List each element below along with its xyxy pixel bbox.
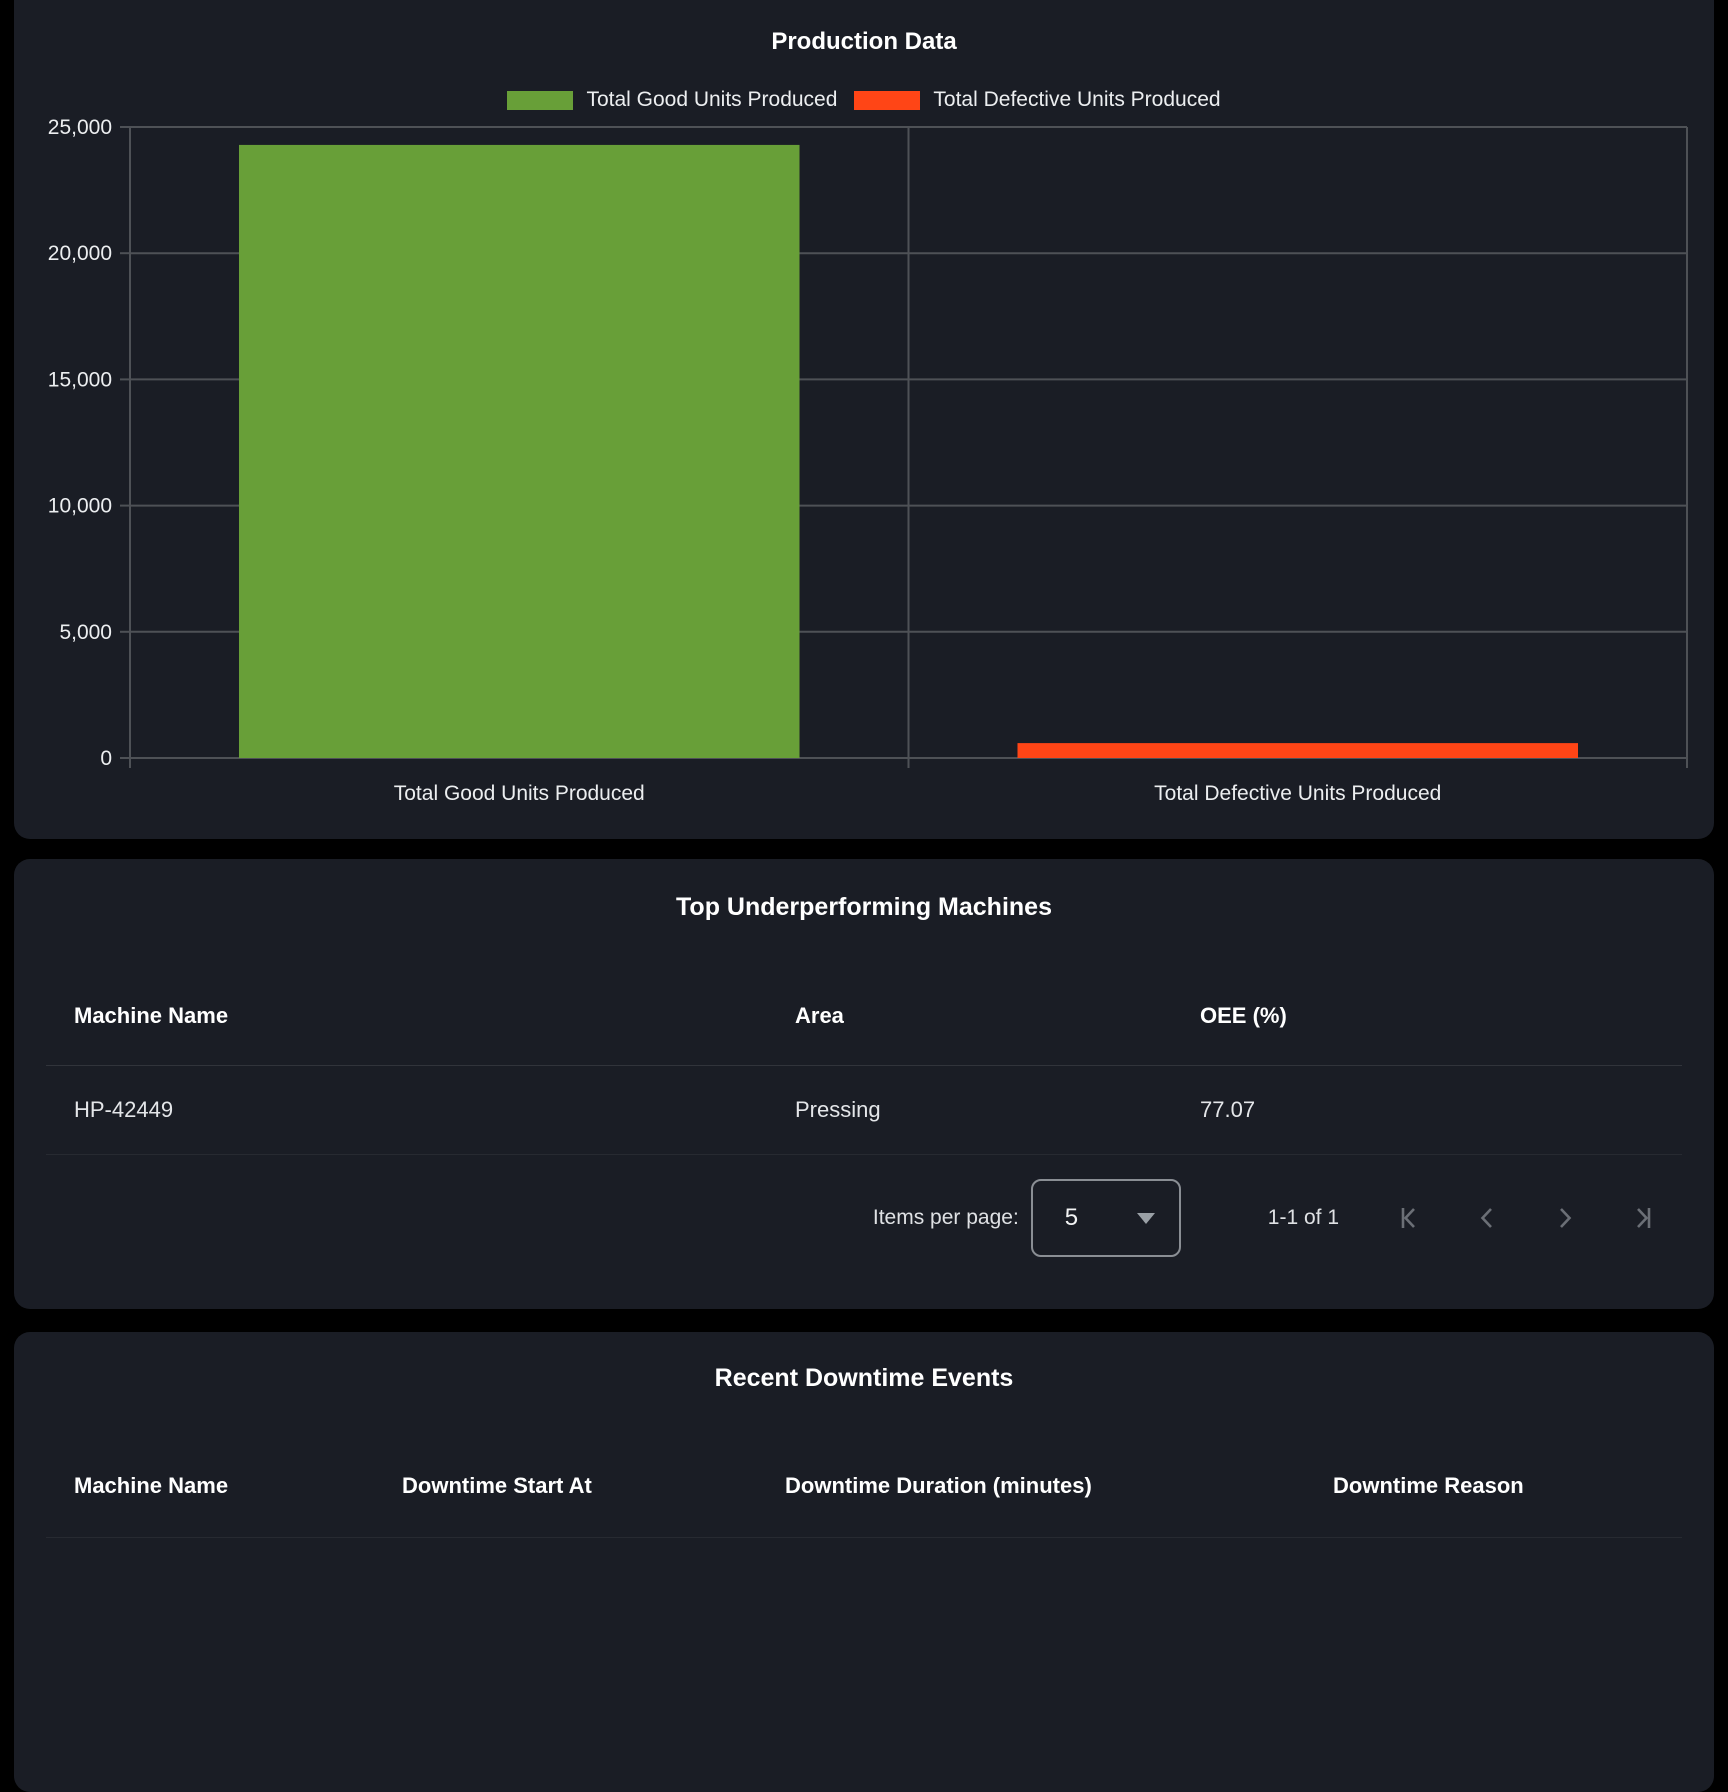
card-title: Top Underperforming Machines bbox=[14, 893, 1714, 922]
x-axis-category-label: Total Good Units Produced bbox=[394, 782, 645, 805]
bar-good-units[interactable] bbox=[239, 145, 800, 758]
column-header-oee: OEE (%) bbox=[1200, 1003, 1287, 1029]
header-divider bbox=[46, 1065, 1682, 1066]
bar-defective-units[interactable] bbox=[1017, 743, 1578, 758]
chevron-left-icon bbox=[1472, 1203, 1502, 1233]
y-axis-tick-label: 20,000 bbox=[48, 242, 112, 265]
y-axis-tick-label: 10,000 bbox=[48, 495, 112, 518]
column-header-area: Area bbox=[795, 1003, 844, 1029]
header-divider bbox=[46, 1537, 1682, 1538]
paginator-range-label: 1-1 of 1 bbox=[1268, 1206, 1339, 1230]
dashboard-page: { "chart_data": { "type": "bar", "title"… bbox=[0, 0, 1728, 1568]
first-page-button[interactable] bbox=[1385, 1194, 1433, 1242]
column-header-downtime-start: Downtime Start At bbox=[402, 1473, 592, 1499]
y-axis-tick-label: 25,000 bbox=[48, 116, 112, 139]
previous-page-button[interactable] bbox=[1463, 1194, 1511, 1242]
first-page-icon bbox=[1394, 1203, 1424, 1233]
items-per-page-label: Items per page: bbox=[873, 1206, 1019, 1230]
column-header-machine-name: Machine Name bbox=[74, 1003, 228, 1029]
chevron-right-icon bbox=[1550, 1203, 1580, 1233]
last-page-icon bbox=[1628, 1203, 1658, 1233]
recent-downtime-events-card: Recent Downtime Events Machine Name Down… bbox=[14, 1332, 1714, 1792]
underperforming-machines-card: Top Underperforming Machines Machine Nam… bbox=[14, 859, 1714, 1309]
cell-machine-name: HP-42449 bbox=[74, 1097, 173, 1123]
column-header-downtime-reason: Downtime Reason bbox=[1333, 1473, 1524, 1499]
page-size-select[interactable]: 5 bbox=[1031, 1179, 1181, 1257]
cell-area: Pressing bbox=[795, 1097, 881, 1123]
production-bar-chart: 0 5,000 10,000 15,000 20,000 25,000 Total Good… bbox=[14, 0, 1714, 839]
paginator-buttons bbox=[1385, 1194, 1667, 1242]
y-axis-tick-label: 5,000 bbox=[59, 621, 112, 644]
dropdown-arrow-icon bbox=[1137, 1213, 1155, 1224]
column-header-machine-name: Machine Name bbox=[74, 1473, 228, 1499]
row-divider bbox=[46, 1154, 1682, 1155]
x-axis-category-label: Total Defective Units Produced bbox=[1154, 782, 1441, 805]
y-axis-tick-label: 0 bbox=[100, 747, 112, 770]
next-page-button[interactable] bbox=[1541, 1194, 1589, 1242]
cell-oee: 77.07 bbox=[1200, 1097, 1255, 1123]
paginator: Items per page: 5 1-1 of 1 bbox=[873, 1178, 1667, 1258]
page-size-value: 5 bbox=[1065, 1204, 1078, 1232]
production-data-card: Production Data Total Good Units Produce… bbox=[14, 0, 1714, 839]
last-page-button[interactable] bbox=[1619, 1194, 1667, 1242]
card-title: Recent Downtime Events bbox=[14, 1364, 1714, 1393]
column-header-downtime-duration: Downtime Duration (minutes) bbox=[785, 1473, 1092, 1499]
y-axis-tick-label: 15,000 bbox=[48, 368, 112, 391]
